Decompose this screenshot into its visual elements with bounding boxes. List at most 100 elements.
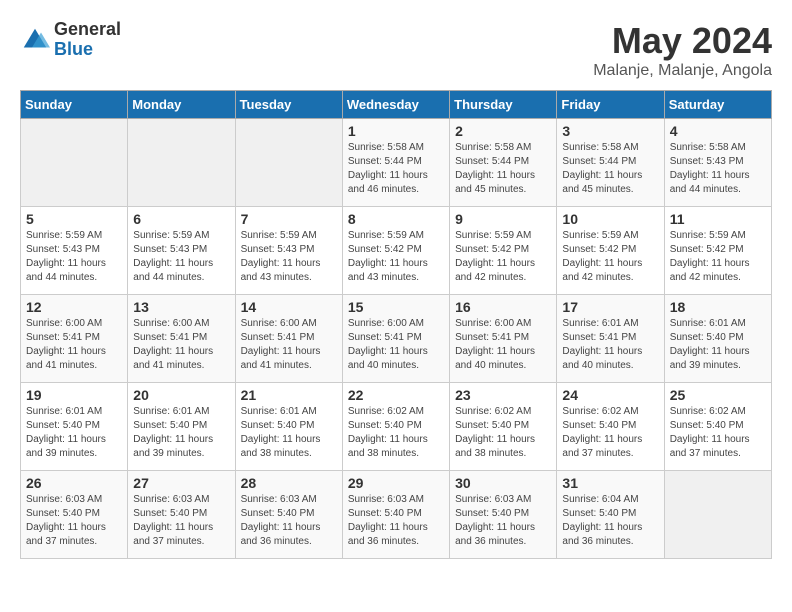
- day-info: Sunrise: 6:04 AM Sunset: 5:40 PM Dayligh…: [562, 493, 658, 549]
- day-number: 22: [348, 387, 444, 403]
- day-info: Sunrise: 6:00 AM Sunset: 5:41 PM Dayligh…: [26, 317, 122, 373]
- day-cell: 31Sunrise: 6:04 AM Sunset: 5:40 PM Dayli…: [557, 471, 664, 559]
- day-cell: [128, 119, 235, 207]
- day-info: Sunrise: 6:02 AM Sunset: 5:40 PM Dayligh…: [670, 405, 766, 461]
- day-number: 9: [455, 211, 551, 227]
- day-number: 7: [241, 211, 337, 227]
- day-number: 3: [562, 123, 658, 139]
- day-cell: 4Sunrise: 5:58 AM Sunset: 5:43 PM Daylig…: [664, 119, 771, 207]
- day-cell: 7 Sunrise: 5:59 AM Sunset: 5:43 PM Daylig…: [235, 207, 342, 295]
- month-title: May 2024: [593, 20, 772, 62]
- day-number: 29: [348, 475, 444, 491]
- day-number: 4: [670, 123, 766, 139]
- day-info: Sunrise: 5:59 AM Sunset: 5:42 PM Dayligh…: [455, 229, 551, 285]
- day-number: 27: [133, 475, 229, 491]
- day-info: Sunrise: 5:59 AM Sunset: 5:42 PM Dayligh…: [562, 229, 658, 285]
- week-row-1: 5 Sunrise: 5:59 AM Sunset: 5:43 PM Daylig…: [21, 207, 772, 295]
- day-info: Sunrise: 6:03 AM Sunset: 5:40 PM Dayligh…: [241, 493, 337, 549]
- header-monday: Monday: [128, 91, 235, 119]
- header-sunday: Sunday: [21, 91, 128, 119]
- day-number: 28: [241, 475, 337, 491]
- day-info: Sunrise: 6:02 AM Sunset: 5:40 PM Dayligh…: [455, 405, 551, 461]
- day-number: 14: [241, 299, 337, 315]
- header-friday: Friday: [557, 91, 664, 119]
- day-cell: 30 Sunrise: 6:03 AM Sunset: 5:40 PM Dayli…: [450, 471, 557, 559]
- day-info: Sunrise: 6:00 AM Sunset: 5:41 PM Dayligh…: [348, 317, 444, 373]
- logo-blue: Blue: [54, 40, 121, 60]
- header-wednesday: Wednesday: [342, 91, 449, 119]
- logo-icon: [20, 25, 50, 55]
- day-number: 23: [455, 387, 551, 403]
- day-info: Sunrise: 5:59 AM Sunset: 5:43 PM Dayligh…: [241, 229, 337, 285]
- day-number: 21: [241, 387, 337, 403]
- day-info: Sunrise: 6:01 AM Sunset: 5:40 PM Dayligh…: [133, 405, 229, 461]
- calendar-table: SundayMondayTuesdayWednesdayThursdayFrid…: [20, 90, 772, 559]
- day-info: Sunrise: 5:59 AM Sunset: 5:43 PM Dayligh…: [133, 229, 229, 285]
- day-cell: 16Sunrise: 6:00 AM Sunset: 5:41 PM Dayli…: [450, 295, 557, 383]
- week-row-2: 12Sunrise: 6:00 AM Sunset: 5:41 PM Dayli…: [21, 295, 772, 383]
- week-row-3: 19 Sunrise: 6:01 AM Sunset: 5:40 PM Dayli…: [21, 383, 772, 471]
- day-info: Sunrise: 5:58 AM Sunset: 5:44 PM Dayligh…: [348, 141, 444, 197]
- day-cell: 5Sunrise: 5:59 AM Sunset: 5:43 PM Daylig…: [21, 207, 128, 295]
- day-info: Sunrise: 5:58 AM Sunset: 5:44 PM Dayligh…: [455, 141, 551, 197]
- header-tuesday: Tuesday: [235, 91, 342, 119]
- day-cell: 11 Sunrise: 5:59 AM Sunset: 5:42 PM Dayli…: [664, 207, 771, 295]
- day-info: Sunrise: 5:58 AM Sunset: 5:44 PM Dayligh…: [562, 141, 658, 197]
- day-info: Sunrise: 5:59 AM Sunset: 5:42 PM Dayligh…: [670, 229, 766, 285]
- day-number: 6: [133, 211, 229, 227]
- day-cell: 29 Sunrise: 6:03 AM Sunset: 5:40 PM Dayli…: [342, 471, 449, 559]
- day-number: 19: [26, 387, 122, 403]
- day-cell: 9 Sunrise: 5:59 AM Sunset: 5:42 PM Daylig…: [450, 207, 557, 295]
- day-info: Sunrise: 6:03 AM Sunset: 5:40 PM Dayligh…: [26, 493, 122, 549]
- day-cell: 3 Sunrise: 5:58 AM Sunset: 5:44 PM Daylig…: [557, 119, 664, 207]
- day-number: 24: [562, 387, 658, 403]
- day-number: 15: [348, 299, 444, 315]
- day-number: 20: [133, 387, 229, 403]
- week-row-4: 26Sunrise: 6:03 AM Sunset: 5:40 PM Dayli…: [21, 471, 772, 559]
- day-info: Sunrise: 6:03 AM Sunset: 5:40 PM Dayligh…: [348, 493, 444, 549]
- day-cell: 21 Sunrise: 6:01 AM Sunset: 5:40 PM Dayli…: [235, 383, 342, 471]
- header-row: SundayMondayTuesdayWednesdayThursdayFrid…: [21, 91, 772, 119]
- page-header: General Blue May 2024 Malanje, Malanje, …: [20, 20, 772, 80]
- day-cell: 2 Sunrise: 5:58 AM Sunset: 5:44 PM Daylig…: [450, 119, 557, 207]
- day-cell: 19 Sunrise: 6:01 AM Sunset: 5:40 PM Dayli…: [21, 383, 128, 471]
- day-info: Sunrise: 6:02 AM Sunset: 5:40 PM Dayligh…: [562, 405, 658, 461]
- day-info: Sunrise: 6:00 AM Sunset: 5:41 PM Dayligh…: [133, 317, 229, 373]
- day-number: 30: [455, 475, 551, 491]
- day-cell: [21, 119, 128, 207]
- logo: General Blue: [20, 20, 121, 60]
- day-cell: 8Sunrise: 5:59 AM Sunset: 5:42 PM Daylig…: [342, 207, 449, 295]
- day-info: Sunrise: 6:01 AM Sunset: 5:40 PM Dayligh…: [241, 405, 337, 461]
- day-number: 16: [455, 299, 551, 315]
- day-info: Sunrise: 6:03 AM Sunset: 5:40 PM Dayligh…: [455, 493, 551, 549]
- logo-text: General Blue: [54, 20, 121, 60]
- day-info: Sunrise: 6:01 AM Sunset: 5:41 PM Dayligh…: [562, 317, 658, 373]
- day-cell: 27 Sunrise: 6:03 AM Sunset: 5:40 PM Dayli…: [128, 471, 235, 559]
- day-cell: [235, 119, 342, 207]
- day-info: Sunrise: 6:00 AM Sunset: 5:41 PM Dayligh…: [241, 317, 337, 373]
- day-cell: 13Sunrise: 6:00 AM Sunset: 5:41 PM Dayli…: [128, 295, 235, 383]
- day-number: 2: [455, 123, 551, 139]
- day-cell: 1Sunrise: 5:58 AM Sunset: 5:44 PM Daylig…: [342, 119, 449, 207]
- day-cell: 26Sunrise: 6:03 AM Sunset: 5:40 PM Dayli…: [21, 471, 128, 559]
- day-cell: 23 Sunrise: 6:02 AM Sunset: 5:40 PM Dayli…: [450, 383, 557, 471]
- day-number: 8: [348, 211, 444, 227]
- day-info: Sunrise: 6:01 AM Sunset: 5:40 PM Dayligh…: [26, 405, 122, 461]
- day-number: 17: [562, 299, 658, 315]
- calendar-header: SundayMondayTuesdayWednesdayThursdayFrid…: [21, 91, 772, 119]
- day-cell: 25 Sunrise: 6:02 AM Sunset: 5:40 PM Dayli…: [664, 383, 771, 471]
- day-cell: 12Sunrise: 6:00 AM Sunset: 5:41 PM Dayli…: [21, 295, 128, 383]
- day-info: Sunrise: 6:02 AM Sunset: 5:40 PM Dayligh…: [348, 405, 444, 461]
- header-thursday: Thursday: [450, 91, 557, 119]
- logo-general: General: [54, 20, 121, 40]
- day-info: Sunrise: 6:03 AM Sunset: 5:40 PM Dayligh…: [133, 493, 229, 549]
- day-cell: 15 Sunrise: 6:00 AM Sunset: 5:41 PM Dayli…: [342, 295, 449, 383]
- header-saturday: Saturday: [664, 91, 771, 119]
- day-number: 11: [670, 211, 766, 227]
- day-info: Sunrise: 6:01 AM Sunset: 5:40 PM Dayligh…: [670, 317, 766, 373]
- location: Malanje, Malanje, Angola: [593, 62, 772, 80]
- day-number: 5: [26, 211, 122, 227]
- day-cell: 6 Sunrise: 5:59 AM Sunset: 5:43 PM Daylig…: [128, 207, 235, 295]
- day-cell: 14 Sunrise: 6:00 AM Sunset: 5:41 PM Dayli…: [235, 295, 342, 383]
- day-number: 25: [670, 387, 766, 403]
